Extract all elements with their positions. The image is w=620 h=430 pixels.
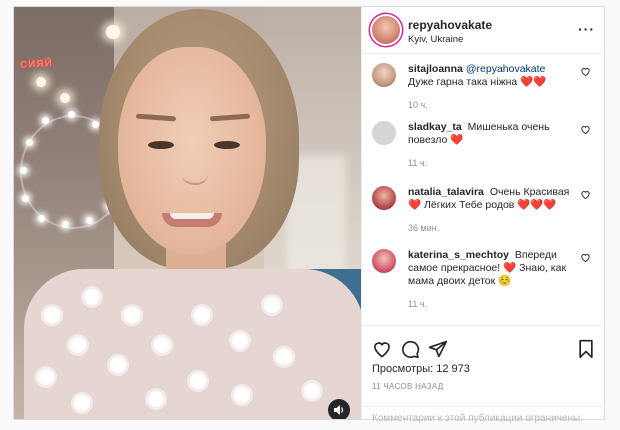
comment-text: sladkay_ta Мишенька очень повезло ❤️: [408, 121, 570, 147]
commenter-avatar[interactable]: [372, 63, 396, 87]
comment-text: natalia_talavira Очень Красивая❤️ Лёгких…: [408, 186, 570, 212]
speaker-icon: [334, 405, 344, 415]
post-header: repyahovakate Kyiv, Ukraine ···: [362, 7, 605, 54]
instagram-post: СИЯЙ repyahovakate Kyiv, Ukraine ··· sit…: [13, 6, 605, 424]
comment-username[interactable]: natalia_talavira: [408, 186, 484, 198]
mirror-bulb: [20, 167, 27, 174]
mirror-bulb: [92, 121, 99, 128]
author-username[interactable]: repyahovakate: [408, 18, 492, 32]
post-timestamp[interactable]: 11 ЧАСОВ НАЗАД: [372, 382, 443, 391]
view-count: Просмотры: 12 973: [372, 363, 470, 375]
blouse-flower: [124, 307, 140, 323]
heart-icon[interactable]: [580, 124, 591, 135]
ceiling-lamp: [106, 25, 120, 39]
comment-text: katerina_s_mechtoy Впереди самое прекрас…: [408, 249, 570, 288]
left-eye: [148, 141, 174, 149]
views-number: 12 973: [436, 363, 470, 375]
blouse-flower: [74, 395, 90, 411]
blouse-flower: [194, 307, 210, 323]
audio-toggle-button[interactable]: [328, 399, 350, 419]
commenter-avatar[interactable]: [372, 121, 396, 145]
commenter-avatar[interactable]: [372, 249, 396, 273]
mirror-bulb: [62, 221, 69, 228]
blouse-flower: [234, 387, 250, 403]
comment-body: Дуже гарна така ніжна ❤️❤️: [408, 76, 547, 88]
blouse-flower: [264, 297, 280, 313]
comment-mention[interactable]: @repyahovakate: [466, 63, 546, 75]
views-label: Просмотры:: [372, 363, 434, 375]
comment-time: 11 ч.: [408, 299, 428, 309]
heart-icon[interactable]: [580, 189, 591, 200]
comment-time: 10 ч.: [408, 100, 428, 110]
nose: [182, 165, 208, 185]
mirror-bulb: [22, 195, 29, 202]
blouse-flower: [148, 391, 164, 407]
right-eye: [214, 141, 240, 149]
blouse-flower: [232, 333, 248, 349]
comment-icon[interactable]: [400, 339, 420, 359]
comment-username[interactable]: sitajloanna: [408, 63, 463, 75]
blouse-flower: [44, 307, 60, 323]
post-side-panel: repyahovakate Kyiv, Ukraine ··· sitajloa…: [361, 7, 605, 424]
comments-disabled-notice: Комментарии к этой публикации ограничены…: [362, 406, 605, 430]
mirror-bulb: [68, 111, 75, 118]
blouse-flower: [84, 289, 100, 305]
ceiling-lamp: [36, 77, 46, 87]
bookmark-icon[interactable]: [576, 339, 596, 359]
teeth: [170, 213, 214, 219]
blouse-flower: [154, 337, 170, 353]
heart-icon[interactable]: [580, 66, 591, 77]
author-avatar[interactable]: [372, 16, 400, 44]
post-location[interactable]: Kyiv, Ukraine: [408, 34, 463, 45]
like-heart-icon[interactable]: [372, 339, 392, 359]
post-video[interactable]: СИЯЙ: [14, 7, 361, 419]
more-options-icon[interactable]: ···: [578, 21, 595, 37]
commenter-avatar[interactable]: [372, 186, 396, 210]
blouse-flower: [110, 357, 126, 373]
mirror-bulb: [86, 217, 93, 224]
blouse-flower: [304, 383, 320, 399]
blouse-flower: [70, 337, 86, 353]
comment-time: 11 ч.: [408, 158, 428, 168]
mirror-bulb: [38, 215, 45, 222]
blouse-flower: [38, 369, 54, 385]
ceiling-lamp: [60, 93, 70, 103]
mirror-bulb: [42, 117, 49, 124]
comment-username[interactable]: katerina_s_mechtoy: [408, 249, 509, 261]
blouse-flower: [276, 349, 292, 365]
share-icon[interactable]: [428, 339, 448, 359]
post-actions: Просмотры: 12 973 11 ЧАСОВ НАЗАД Коммент…: [362, 325, 605, 426]
neon-sign: СИЯЙ: [19, 58, 54, 71]
comment-username[interactable]: sladkay_ta: [408, 121, 462, 133]
comment-text: sitajloanna @repyahovakate Дуже гарна так…: [408, 63, 570, 89]
heart-icon[interactable]: [580, 252, 591, 263]
comment-time: 36 мин.: [408, 223, 440, 233]
blouse-flower: [190, 373, 206, 389]
mirror-bulb: [26, 139, 33, 146]
